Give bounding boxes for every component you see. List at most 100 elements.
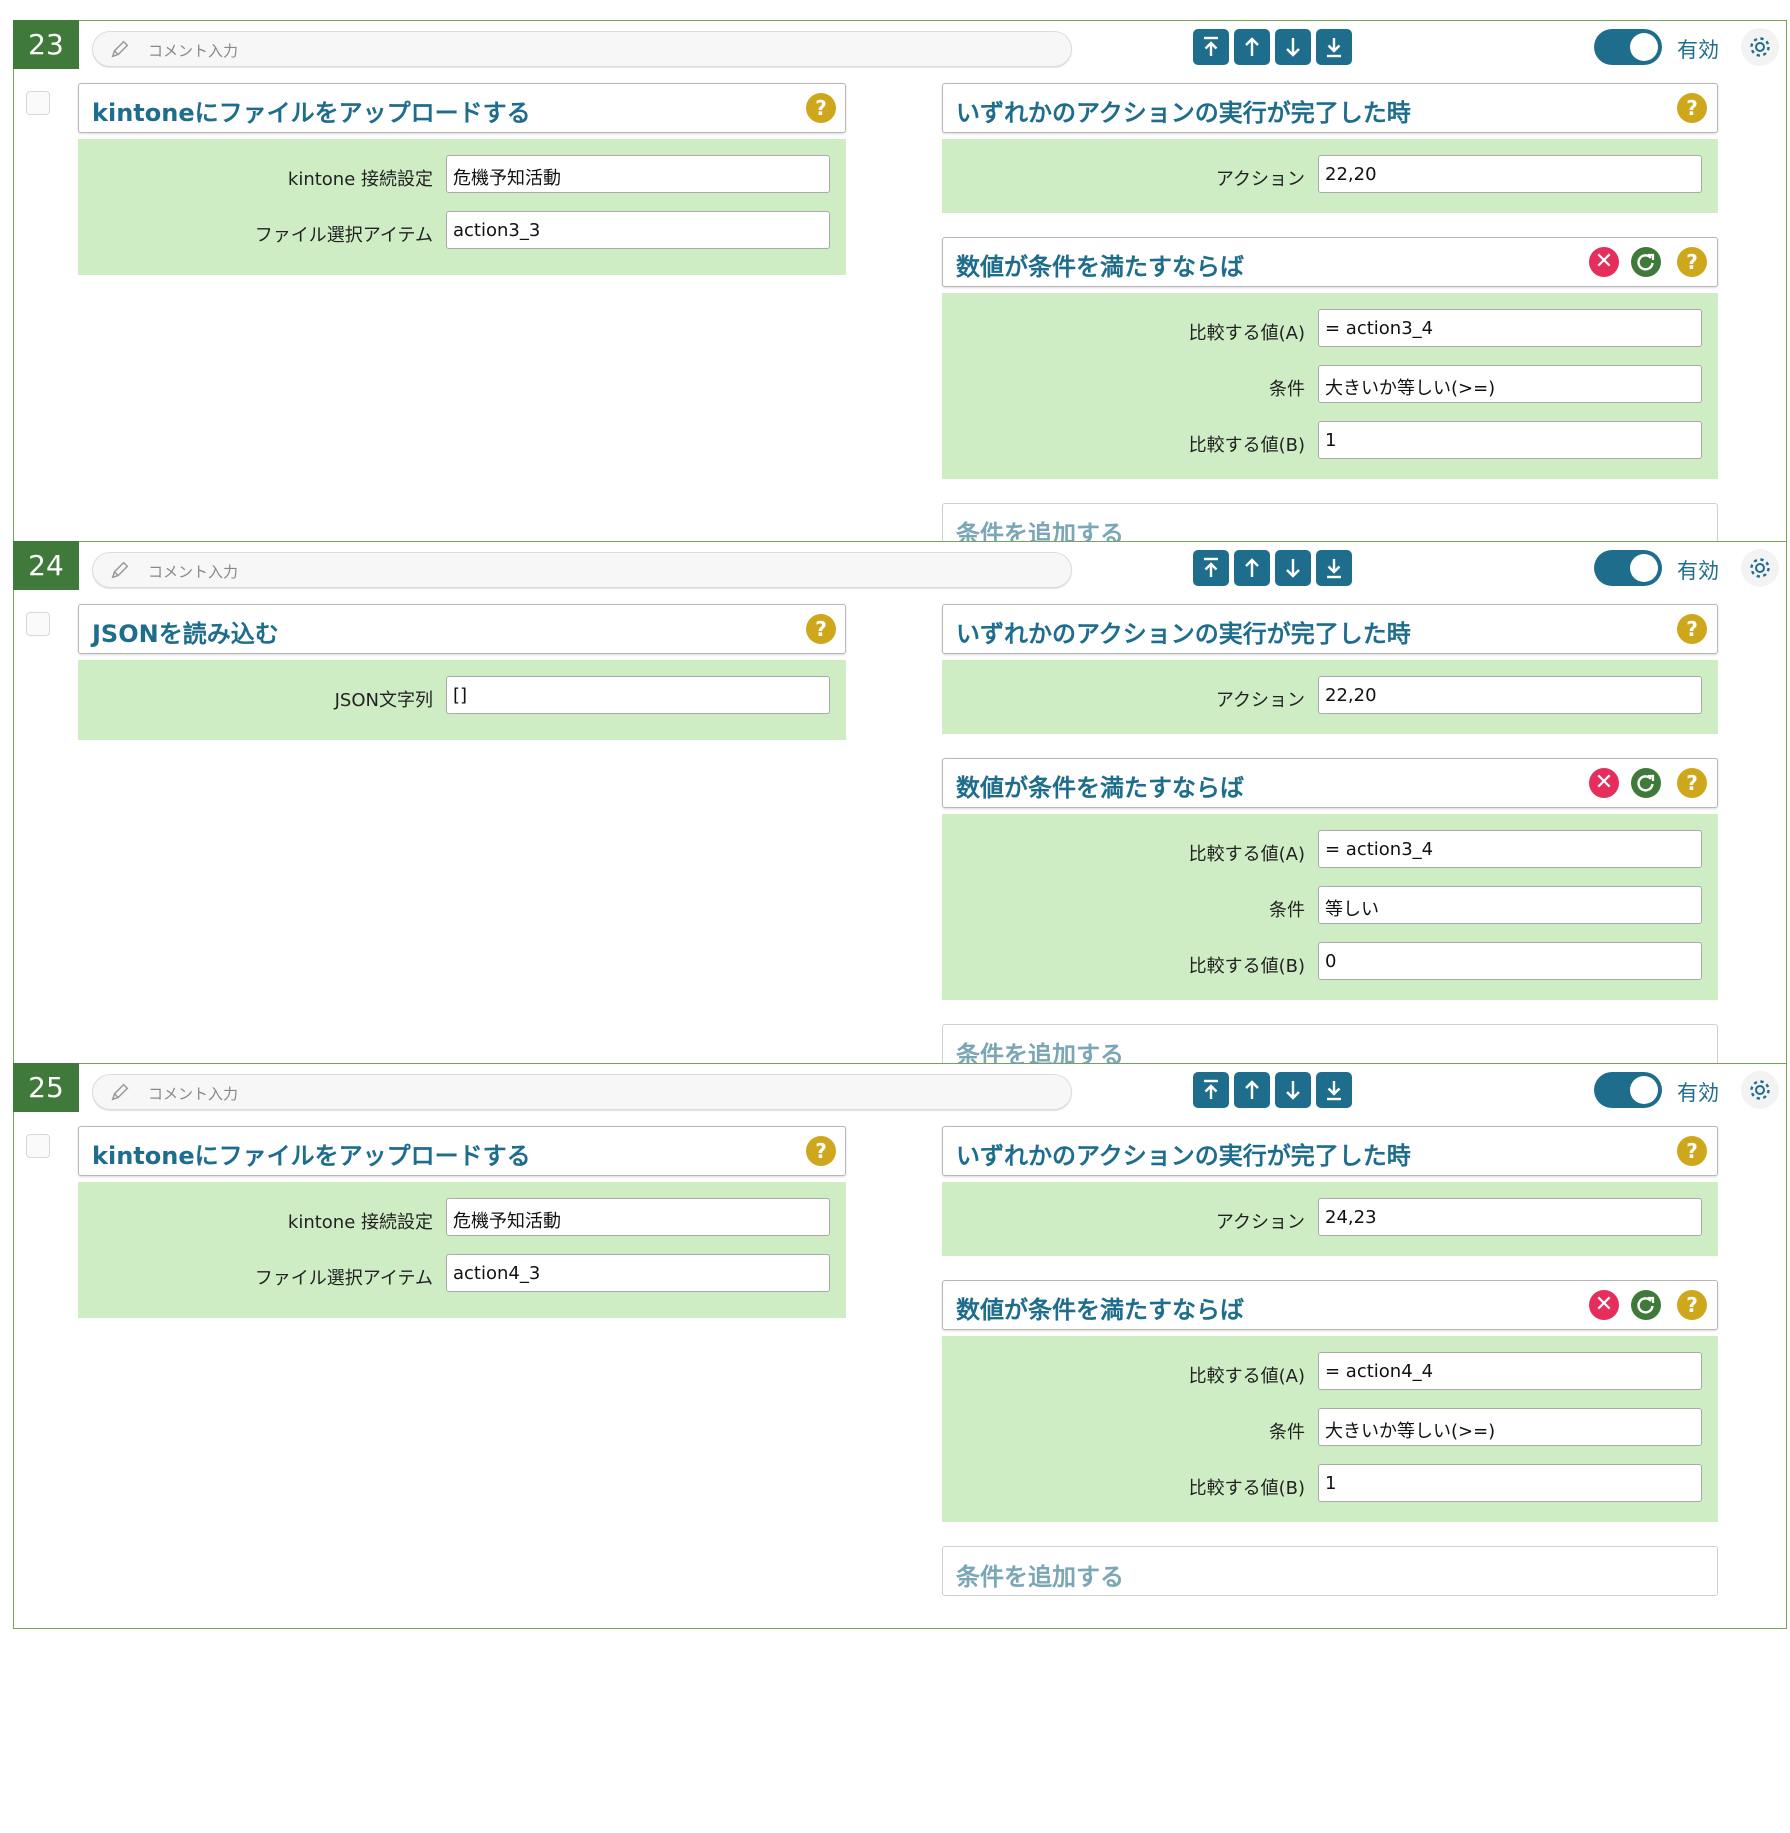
field-input[interactable]: = action4_4 <box>1318 1352 1702 1390</box>
trigger-header[interactable]: いずれかのアクションの実行が完了した時? <box>942 83 1718 133</box>
field-input[interactable]: = action3_4 <box>1318 309 1702 347</box>
field-label: 比較する値(A) <box>1188 323 1305 344</box>
move-down-button[interactable] <box>1275 1072 1311 1108</box>
field-row: 比較する値(A) = action3_4 <box>942 830 1718 868</box>
move-down-button[interactable] <box>1275 550 1311 586</box>
comment-input[interactable]: コメント入力 <box>92 1074 1072 1110</box>
question-icon[interactable]: ? <box>1677 1290 1707 1320</box>
field-input[interactable]: action3_3 <box>446 211 830 249</box>
enable-toggle[interactable] <box>1594 550 1662 586</box>
close-icon[interactable]: ✕ <box>1589 768 1619 798</box>
block-number: 24 <box>13 541 79 590</box>
move-top-button[interactable] <box>1193 29 1229 65</box>
question-icon[interactable]: ? <box>806 1136 836 1166</box>
arrow-to-bottom-icon <box>1327 38 1341 58</box>
refresh-icon[interactable] <box>1631 1290 1661 1320</box>
field-label: ファイル選択アイテム <box>254 225 433 246</box>
arrow-to-bottom-icon <box>1327 1081 1341 1101</box>
field-input[interactable]: = action3_4 <box>1318 830 1702 868</box>
pencil-icon <box>111 1083 129 1101</box>
field-input[interactable]: 危機予知活動 <box>446 155 830 193</box>
field-label: 比較する値(A) <box>1188 844 1305 865</box>
close-icon[interactable]: ✕ <box>1589 247 1619 277</box>
comment-placeholder: コメント入力 <box>148 1085 239 1103</box>
field-input[interactable]: 1 <box>1318 1464 1702 1502</box>
field-label: 条件 <box>1269 379 1305 400</box>
field-input[interactable]: 22,20 <box>1318 155 1702 193</box>
move-bottom-button[interactable] <box>1316 550 1352 586</box>
field-input[interactable]: action4_3 <box>446 1254 830 1292</box>
field-input[interactable]: 0 <box>1318 942 1702 980</box>
question-icon[interactable]: ? <box>806 93 836 123</box>
field-row: ファイル選択アイテム action4_3 <box>78 1254 846 1292</box>
question-icon[interactable]: ? <box>806 614 836 644</box>
pencil-icon <box>111 40 129 58</box>
move-up-button[interactable] <box>1234 29 1270 65</box>
question-icon[interactable]: ? <box>1677 1136 1707 1166</box>
field-input[interactable]: 危機予知活動 <box>446 1198 830 1236</box>
toggle-knob <box>1630 1076 1658 1104</box>
move-top-button[interactable] <box>1193 550 1229 586</box>
enable-toggle[interactable] <box>1594 29 1662 65</box>
field-input[interactable]: [] <box>446 676 830 714</box>
rule-block: 23 コメント入力 有効 kintoneにファイルをアップロードする? kintone … <box>13 20 1787 586</box>
field-input[interactable]: 大きいか等しい(>=) <box>1318 365 1702 403</box>
move-bottom-button[interactable] <box>1316 29 1352 65</box>
block-select-checkbox[interactable] <box>26 91 50 115</box>
refresh-icon[interactable] <box>1631 768 1661 798</box>
trigger-title: いずれかのアクションの実行が完了した時 <box>956 620 1411 648</box>
question-icon[interactable]: ? <box>1677 247 1707 277</box>
action-title: JSONを読み込む <box>92 620 279 648</box>
field-row: 比較する値(A) = action3_4 <box>942 309 1718 347</box>
question-icon[interactable]: ? <box>1677 768 1707 798</box>
arrow-up-icon <box>1245 37 1259 56</box>
block-select-checkbox[interactable] <box>26 612 50 636</box>
trigger-header[interactable]: いずれかのアクションの実行が完了した時? <box>942 604 1718 654</box>
pencil-icon <box>111 561 129 579</box>
move-up-button[interactable] <box>1234 550 1270 586</box>
move-top-button[interactable] <box>1193 1072 1229 1108</box>
comment-placeholder: コメント入力 <box>148 563 239 581</box>
question-icon[interactable]: ? <box>1677 93 1707 123</box>
field-row: アクション 22,20 <box>942 676 1718 714</box>
action-header[interactable]: kintoneにファイルをアップロードする? <box>78 83 846 133</box>
settings-button[interactable] <box>1741 1071 1779 1109</box>
condition-title: 数値が条件を満たすならば <box>956 774 1244 802</box>
arrow-up-icon <box>1245 558 1259 577</box>
arrow-to-bottom-icon <box>1327 559 1341 579</box>
trigger-header[interactable]: いずれかのアクションの実行が完了した時? <box>942 1126 1718 1176</box>
field-input[interactable]: 大きいか等しい(>=) <box>1318 1408 1702 1446</box>
condition-header[interactable]: 数値が条件を満たすならば ✕? <box>942 1280 1718 1330</box>
block-number: 25 <box>13 1063 79 1112</box>
field-input[interactable]: 22,20 <box>1318 676 1702 714</box>
block-number: 23 <box>13 20 79 69</box>
field-row: 条件 大きいか等しい(>=) <box>942 365 1718 403</box>
move-bottom-button[interactable] <box>1316 1072 1352 1108</box>
refresh-icon[interactable] <box>1631 247 1661 277</box>
comment-input[interactable]: コメント入力 <box>92 552 1072 588</box>
action-header[interactable]: kintoneにファイルをアップロードする? <box>78 1126 846 1176</box>
settings-button[interactable] <box>1741 28 1779 66</box>
enable-toggle[interactable] <box>1594 1072 1662 1108</box>
enabled-label: 有効 <box>1677 1081 1719 1105</box>
action-header[interactable]: JSONを読み込む? <box>78 604 846 654</box>
field-label: 比較する値(B) <box>1188 1478 1305 1499</box>
question-icon[interactable]: ? <box>1677 614 1707 644</box>
condition-header[interactable]: 数値が条件を満たすならば ✕? <box>942 237 1718 287</box>
field-input[interactable]: 24,23 <box>1318 1198 1702 1236</box>
move-up-button[interactable] <box>1234 1072 1270 1108</box>
move-down-button[interactable] <box>1275 29 1311 65</box>
settings-button[interactable] <box>1741 549 1779 587</box>
close-icon[interactable]: ✕ <box>1589 1290 1619 1320</box>
comment-input[interactable]: コメント入力 <box>92 31 1072 67</box>
field-input[interactable]: 等しい <box>1318 886 1702 924</box>
condition-header[interactable]: 数値が条件を満たすならば ✕? <box>942 758 1718 808</box>
block-select-checkbox[interactable] <box>26 1134 50 1158</box>
field-input[interactable]: 1 <box>1318 421 1702 459</box>
field-label: JSON文字列 <box>334 690 433 711</box>
field-label: kintone 接続設定 <box>287 1212 433 1233</box>
field-row: kintone 接続設定 危機予知活動 <box>78 1198 846 1236</box>
field-row: 比較する値(B) 0 <box>942 942 1718 980</box>
action-settings-panel: kintone 接続設定 危機予知活動 ファイル選択アイテム action4_3 <box>78 1182 846 1318</box>
add-condition-button[interactable]: 条件を追加する <box>942 1546 1718 1596</box>
